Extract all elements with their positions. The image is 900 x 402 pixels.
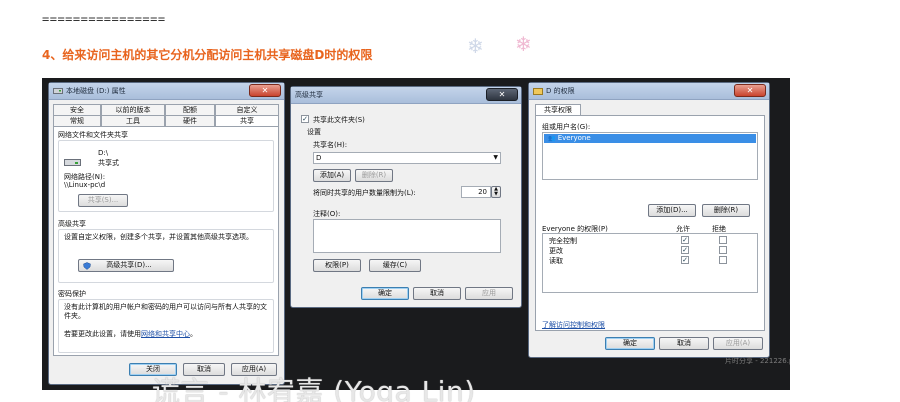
snowflake-icon: ❄ bbox=[467, 34, 484, 58]
deny-checkbox[interactable] bbox=[719, 246, 727, 254]
footer-watermark: 谎言 - 林宥嘉 (Yoga Lin) bbox=[152, 375, 476, 402]
perm-list: 完全控制 ✓ 更改 ✓ 读取 ✓ bbox=[542, 233, 758, 293]
screenshot-watermark: 片时分享 - 221226.png bbox=[725, 357, 790, 365]
advanced-ok-button[interactable]: 确定 bbox=[361, 287, 409, 300]
advanced-sharing-window: 高级共享 ✕ ✓ 共享此文件夹(S) 设置 共享名(H): D ▼ 添加(A) … bbox=[290, 86, 522, 308]
change-setting-text: 若要更改此设置，请使用网络和共享中心。 bbox=[64, 329, 197, 339]
allow-checkbox[interactable]: ✓ bbox=[681, 236, 689, 244]
net-share-group-label: 网络文件和文件夹共享 bbox=[58, 131, 128, 139]
permissions-titlebar: D 的权限 bbox=[529, 83, 769, 100]
folder-icon bbox=[533, 88, 543, 95]
drive-path: D:\ bbox=[98, 149, 109, 157]
tab-general[interactable]: 常规 bbox=[53, 115, 101, 126]
share-name-label: 共享名(H): bbox=[313, 141, 348, 149]
list-item[interactable]: 👥 Everyone bbox=[544, 134, 756, 143]
advanced-close-button[interactable]: ✕ bbox=[486, 88, 518, 101]
add-user-button[interactable]: 添加(D)... bbox=[648, 204, 696, 217]
properties-tabs-row1: 安全 以前的版本 配额 自定义 bbox=[53, 104, 279, 115]
change-prefix: 若要更改此设置，请使用 bbox=[64, 330, 141, 338]
divider-line: ================ bbox=[42, 12, 166, 26]
share-state: 共享式 bbox=[98, 159, 119, 167]
advanced-apply-button[interactable]: 应用 bbox=[465, 287, 513, 300]
properties-close-button[interactable]: ✕ bbox=[249, 84, 281, 97]
tab-previous-versions[interactable]: 以前的版本 bbox=[101, 104, 165, 115]
chevron-down-icon: ▼ bbox=[493, 154, 498, 161]
advanced-sharing-button[interactable]: 高级共享(D)... bbox=[78, 259, 174, 272]
perm-name: 更改 bbox=[549, 247, 563, 255]
permissions-button[interactable]: 权限(P) bbox=[313, 259, 361, 272]
perm-name: 完全控制 bbox=[549, 237, 577, 245]
shield-icon bbox=[83, 262, 91, 270]
drive-icon bbox=[64, 159, 81, 166]
section-heading: 4、给来访问主机的其它分机分配访问主机共享磁盘D时的权限 bbox=[42, 48, 373, 62]
settings-label: 设置 bbox=[307, 128, 321, 136]
tab-tools[interactable]: 工具 bbox=[101, 115, 165, 126]
advanced-sharing-label: 高级共享(D)... bbox=[106, 261, 152, 269]
remove-user-button[interactable]: 删除(R) bbox=[702, 204, 750, 217]
tab-share-permissions[interactable]: 共享权限 bbox=[535, 104, 581, 115]
learn-access-control-link[interactable]: 了解访问控制和权限 bbox=[542, 320, 605, 330]
caching-button[interactable]: 缓存(C) bbox=[369, 259, 421, 272]
deny-checkbox[interactable] bbox=[719, 256, 727, 264]
user-limit-label: 将同时共享的用户数量限制为(L): bbox=[313, 189, 416, 197]
permissions-title: D 的权限 bbox=[546, 87, 575, 95]
allow-checkbox[interactable]: ✓ bbox=[681, 246, 689, 254]
share-name-select[interactable]: D ▼ bbox=[313, 152, 501, 164]
deny-checkbox[interactable] bbox=[719, 236, 727, 244]
properties-window: 本地磁盘 (D:) 属性 ✕ 安全 以前的版本 配额 自定义 常规 工具 硬件 … bbox=[48, 82, 285, 385]
permissions-apply-button[interactable]: 应用(A) bbox=[713, 337, 763, 350]
password-group-label: 密码保护 bbox=[58, 290, 86, 298]
group-user-label: 组或用户名(G): bbox=[542, 123, 591, 131]
share-folder-label: 共享此文件夹(S) bbox=[313, 116, 365, 124]
advanced-group-label: 高级共享 bbox=[58, 220, 86, 228]
add-share-button[interactable]: 添加(A) bbox=[313, 169, 351, 182]
permissions-cancel-button[interactable]: 取消 bbox=[659, 337, 709, 350]
allow-checkbox[interactable]: ✓ bbox=[681, 256, 689, 264]
comment-label: 注释(O): bbox=[313, 210, 341, 218]
permissions-window: D 的权限 ✕ 共享权限 组或用户名(G): 👥 Everyone 添加(D).… bbox=[528, 82, 770, 358]
users-icon: 👥 bbox=[548, 135, 556, 142]
user-limit-input[interactable]: 20 bbox=[461, 186, 491, 198]
share-folder-checkbox[interactable]: ✓ bbox=[301, 115, 309, 123]
net-path-value: \\Linux-pc\d bbox=[64, 181, 106, 189]
perm-name: 读取 bbox=[549, 257, 563, 265]
comment-textarea[interactable] bbox=[313, 219, 501, 253]
password-description: 没有此计算机的用户帐户和密码的用户可以访问与所有人共享的文件夹。 bbox=[64, 303, 267, 320]
advanced-cancel-button[interactable]: 取消 bbox=[413, 287, 461, 300]
tab-hardware[interactable]: 硬件 bbox=[165, 115, 215, 126]
snowflake-icon: ❄ bbox=[515, 32, 532, 56]
user-limit-spinner[interactable]: ▲ ▼ bbox=[491, 186, 501, 198]
tab-quota[interactable]: 配额 bbox=[165, 104, 215, 115]
tab-sharing[interactable]: 共享 bbox=[215, 115, 279, 126]
user-name: Everyone bbox=[557, 134, 591, 142]
tab-security[interactable]: 安全 bbox=[53, 104, 101, 115]
network-center-link[interactable]: 网络和共享中心 bbox=[141, 330, 190, 338]
advanced-description: 设置自定义权限，创建多个共享，并设置其他高级共享选项。 bbox=[64, 233, 253, 241]
properties-title: 本地磁盘 (D:) 属性 bbox=[66, 87, 126, 95]
permissions-tabs: 共享权限 bbox=[535, 104, 581, 115]
change-suffix: 。 bbox=[190, 330, 197, 338]
tab-customize[interactable]: 自定义 bbox=[215, 104, 279, 115]
sharing-panel: 网络文件和文件夹共享 D:\ 共享式 网络路径(N): \\Linux-pc\d… bbox=[53, 126, 279, 356]
user-list[interactable]: 👥 Everyone bbox=[542, 132, 758, 180]
share-button[interactable]: 共享(S)... bbox=[78, 194, 128, 207]
permissions-close-button[interactable]: ✕ bbox=[734, 84, 766, 97]
advanced-title: 高级共享 bbox=[295, 91, 323, 99]
embedded-screenshot: 本地磁盘 (D:) 属性 ✕ 安全 以前的版本 配额 自定义 常规 工具 硬件 … bbox=[42, 78, 790, 390]
properties-tabs-row2: 常规 工具 硬件 共享 bbox=[53, 115, 279, 126]
drive-icon bbox=[53, 88, 63, 94]
share-permissions-panel: 组或用户名(G): 👥 Everyone 添加(D)... 删除(R) Ever… bbox=[535, 115, 765, 331]
share-name-value: D bbox=[316, 154, 322, 162]
remove-share-button[interactable]: 删除(R) bbox=[355, 169, 393, 182]
permissions-ok-button[interactable]: 确定 bbox=[605, 337, 655, 350]
